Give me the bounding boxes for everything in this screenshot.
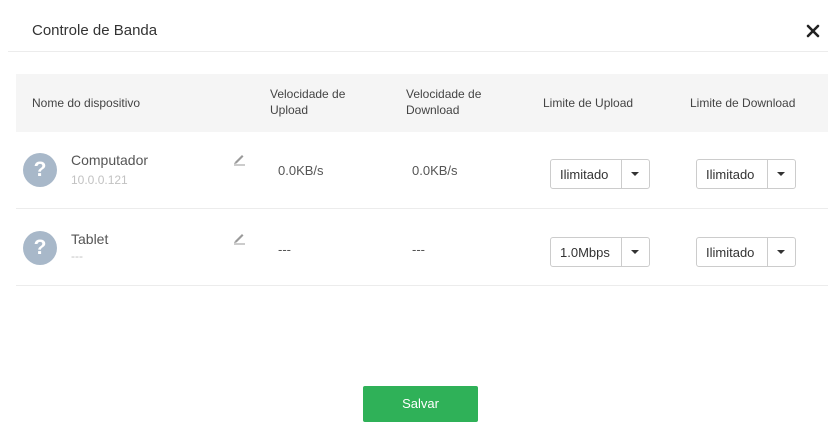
device-name: Tablet bbox=[71, 231, 109, 247]
upload-limit-value: Ilimitado bbox=[560, 167, 609, 182]
pencil-icon[interactable] bbox=[232, 231, 246, 245]
download-limit-value: Ilimitado bbox=[706, 245, 755, 260]
save-button[interactable]: Salvar bbox=[363, 386, 478, 422]
upload-limit-select[interactable]: 1.0Mbps bbox=[550, 237, 650, 267]
device-ip: --- bbox=[71, 249, 83, 263]
pencil-icon[interactable] bbox=[232, 152, 246, 166]
bandwidth-control-dialog: Controle de Banda Nome do dispositivo Ve… bbox=[8, 8, 828, 422]
upload-speed: --- bbox=[278, 242, 291, 257]
caret-down-icon[interactable] bbox=[777, 250, 785, 254]
upload-limit-value: 1.0Mbps bbox=[560, 245, 610, 260]
device-avatar: ? bbox=[23, 231, 57, 265]
device-ip: 10.0.0.121 bbox=[71, 173, 128, 187]
select-divider bbox=[767, 160, 768, 188]
header-device-name: Nome do dispositivo bbox=[32, 96, 141, 110]
dialog-title: Controle de Banda bbox=[32, 22, 158, 39]
select-divider bbox=[621, 238, 622, 266]
caret-down-icon[interactable] bbox=[777, 172, 785, 176]
header-download-limit: Limite de Download bbox=[690, 96, 796, 110]
edit-name-button[interactable] bbox=[232, 231, 246, 245]
download-limit-select[interactable]: Ilimitado bbox=[696, 159, 796, 189]
table-row: ? Computador 10.0.0.121 0.0KB/s 0.0KB/s … bbox=[16, 132, 828, 209]
device-name: Computador bbox=[71, 152, 149, 168]
select-divider bbox=[621, 160, 622, 188]
table-row: ? Tablet --- --- --- 1.0Mbps Ilimitado bbox=[16, 209, 828, 286]
download-limit-value: Ilimitado bbox=[706, 167, 755, 182]
edit-name-button[interactable] bbox=[232, 152, 246, 166]
download-speed: --- bbox=[412, 242, 425, 257]
header-download-speed: Velocidade de Download bbox=[406, 87, 482, 117]
close-icon[interactable] bbox=[804, 22, 822, 40]
dialog-header: Controle de Banda bbox=[8, 8, 828, 52]
header-upload-speed: Velocidade de Upload bbox=[270, 87, 346, 117]
caret-down-icon[interactable] bbox=[631, 172, 639, 176]
device-avatar: ? bbox=[23, 153, 57, 187]
select-divider bbox=[767, 238, 768, 266]
header-upload-limit: Limite de Upload bbox=[543, 96, 634, 110]
upload-speed: 0.0KB/s bbox=[278, 163, 324, 178]
table-header: Nome do dispositivo Velocidade de Upload… bbox=[16, 74, 828, 132]
upload-limit-select[interactable]: Ilimitado bbox=[550, 159, 650, 189]
close-button[interactable] bbox=[804, 22, 822, 40]
download-limit-select[interactable]: Ilimitado bbox=[696, 237, 796, 267]
caret-down-icon[interactable] bbox=[631, 250, 639, 254]
download-speed: 0.0KB/s bbox=[412, 163, 458, 178]
